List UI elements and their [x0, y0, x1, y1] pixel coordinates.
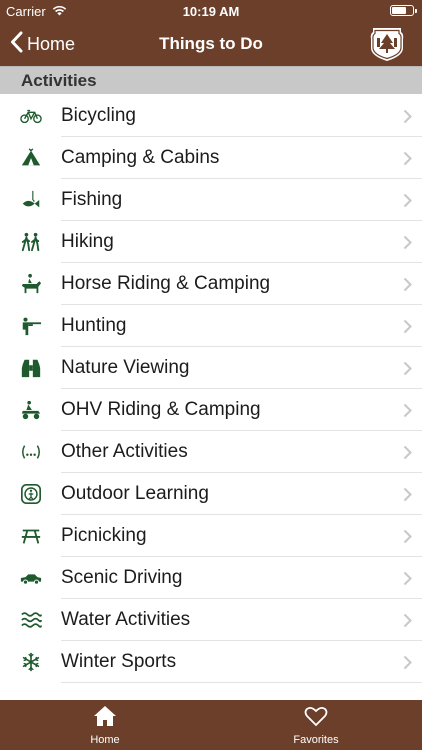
list-item-scenic-driving[interactable]: Scenic Driving [0, 557, 422, 599]
list-item-label: Bicycling [61, 105, 136, 126]
list-item-label: Camping & Cabins [61, 147, 220, 168]
list-item-label: Picnicking [61, 525, 147, 546]
list-item-outdoor-learning[interactable]: Outdoor Learning [0, 473, 422, 515]
back-label: Home [27, 33, 76, 54]
car-icon [0, 557, 61, 599]
tab-label: Home [90, 733, 120, 746]
chevron-right-icon [392, 571, 422, 586]
chevron-right-icon [392, 655, 422, 670]
chevron-right-icon [392, 529, 422, 544]
list-item-label: Hunting [61, 315, 127, 336]
tab-home[interactable]: Home [45, 700, 165, 750]
navigation-bar: Home Things to Do [0, 22, 422, 66]
list-item-nature-viewing[interactable]: Nature Viewing [0, 347, 422, 389]
list-item-label: OHV Riding & Camping [61, 399, 261, 420]
status-time: 10:19 AM [182, 4, 240, 19]
battery-icon [390, 5, 417, 16]
chevron-right-icon [392, 193, 422, 208]
list-item-hiking[interactable]: Hiking [0, 221, 422, 263]
fish-icon [0, 179, 61, 221]
atv-icon [0, 389, 61, 431]
list-item-label: Other Activities [61, 441, 188, 462]
battery-level [392, 7, 406, 14]
usfs-shield-icon [370, 26, 404, 62]
list-item-label: Outdoor Learning [61, 483, 209, 504]
chevron-right-icon [392, 487, 422, 502]
list-item-label: Horse Riding & Camping [61, 273, 271, 294]
chevron-right-icon [392, 151, 422, 166]
chevron-right-icon [392, 109, 422, 124]
home-icon [93, 705, 117, 732]
list-item-water-activities[interactable]: Water Activities [0, 599, 422, 641]
horse-rider-icon [0, 263, 61, 305]
chevron-right-icon [392, 235, 422, 250]
status-bar: Carrier 10:19 AM [0, 0, 422, 22]
chevron-left-icon [10, 31, 23, 58]
bicycle-icon [0, 95, 61, 137]
hunter-icon [0, 305, 61, 347]
list-item-label: Scenic Driving [61, 567, 183, 588]
list-item-bicycling[interactable]: Bicycling [0, 95, 422, 137]
tab-label: Favorites [293, 733, 339, 746]
heart-icon [304, 705, 328, 732]
chevron-right-icon [392, 277, 422, 292]
snowflake-icon [0, 641, 61, 683]
ellipsis-icon [0, 431, 61, 473]
tent-icon [0, 137, 61, 179]
section-header: Activities [0, 66, 422, 94]
tab-favorites[interactable]: Favorites [256, 700, 376, 750]
list-item-other-activities[interactable]: Other Activities [0, 431, 422, 473]
chevron-right-icon [392, 403, 422, 418]
list-item-label: Fishing [61, 189, 123, 210]
list-item-camping-cabins[interactable]: Camping & Cabins [0, 137, 422, 179]
list-item-label: Hiking [61, 231, 114, 252]
list-item-label: Winter Sports [61, 651, 177, 672]
chevron-right-icon [392, 361, 422, 376]
activity-list: Bicycling Camping & Cabins Fishing Hikin… [0, 95, 422, 683]
water-waves-icon [0, 599, 61, 641]
list-item-picnicking[interactable]: Picnicking [0, 515, 422, 557]
binoculars-icon [0, 347, 61, 389]
tab-bar: Home Favorites [0, 700, 422, 750]
picnic-table-icon [0, 515, 61, 557]
interpretive-icon [0, 473, 61, 515]
chevron-right-icon [392, 445, 422, 460]
chevron-right-icon [392, 613, 422, 628]
chevron-right-icon [392, 319, 422, 334]
hikers-icon [0, 221, 61, 263]
back-button[interactable]: Home [10, 22, 75, 66]
list-item-hunting[interactable]: Hunting [0, 305, 422, 347]
list-item-horse-riding[interactable]: Horse Riding & Camping [0, 263, 422, 305]
list-item-label: Nature Viewing [61, 357, 190, 378]
list-item-ohv-riding[interactable]: OHV Riding & Camping [0, 389, 422, 431]
list-item-fishing[interactable]: Fishing [0, 179, 422, 221]
list-item-label: Water Activities [61, 609, 191, 630]
list-item-winter-sports[interactable]: Winter Sports [0, 641, 422, 683]
